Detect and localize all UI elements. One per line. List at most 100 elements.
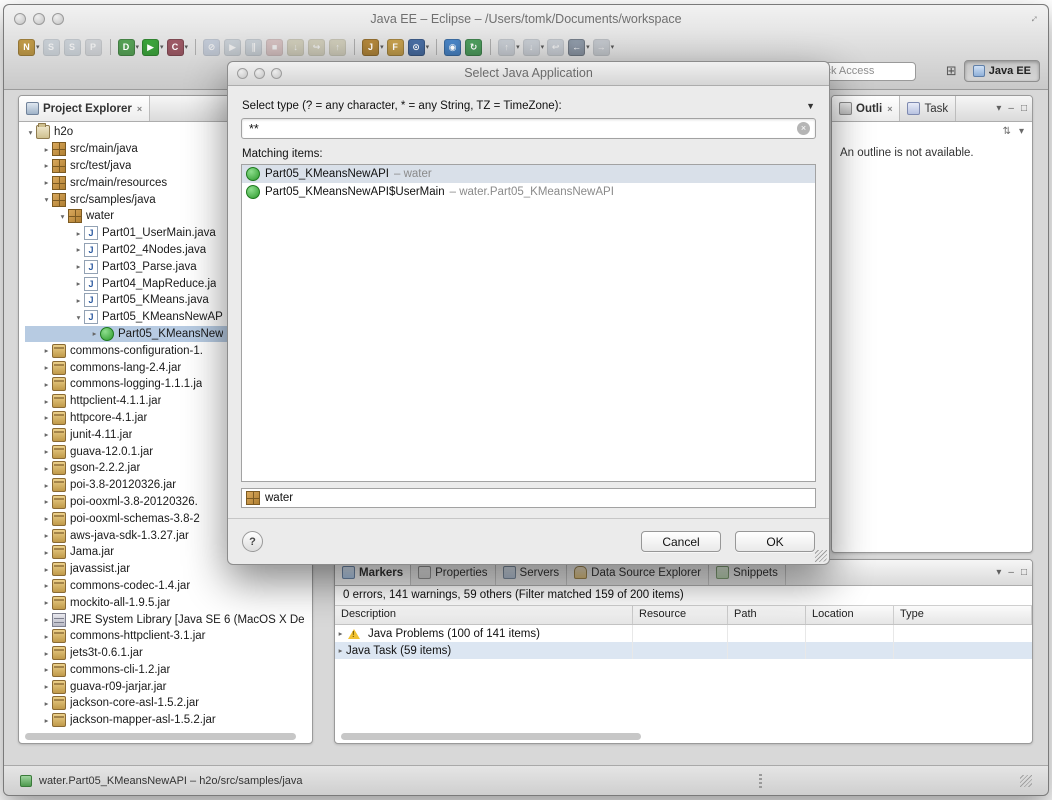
clear-filter-icon[interactable]: × [797,122,810,135]
disclosure-arrow-icon[interactable]: ▾ [25,128,36,137]
matching-item[interactable]: Part05_KMeansNewAPI$UserMain – water.Par… [242,183,815,201]
disclosure-arrow-icon[interactable]: ▸ [41,665,52,674]
dialog-titlebar[interactable]: Select Java Application [228,62,829,86]
disclosure-arrow-icon[interactable]: ▸ [41,615,52,624]
dialog-zoom-button[interactable] [271,68,282,79]
disclosure-arrow-icon[interactable]: ▸ [41,682,52,691]
cancel-button[interactable]: Cancel [641,531,721,552]
marker-row[interactable]: ▸ Java Problems (100 of 141 items) [335,625,1032,642]
close-icon[interactable]: × [137,104,142,114]
disclosure-arrow-icon[interactable]: ▸ [41,430,52,439]
toolbar-button[interactable] [110,39,111,55]
disclosure-arrow-icon[interactable]: ▸ [73,229,84,238]
disclosure-arrow-icon[interactable]: ▸ [41,481,52,490]
toolbar-button[interactable]: ← ▾ [568,39,590,56]
disclosure-arrow-icon[interactable]: ▸ [41,716,52,725]
disclosure-arrow-icon[interactable]: ▸ [89,329,100,338]
view-menu-icon[interactable]: ▾ [996,103,1001,114]
toolbar-button[interactable]: F [387,39,405,56]
open-perspective-button[interactable]: ⊞ [946,63,957,79]
disclosure-arrow-icon[interactable]: ▸ [41,161,52,170]
toolbar-button[interactable]: D ▾ [118,39,140,56]
disclosure-arrow-icon[interactable]: ▸ [41,699,52,708]
toolbar-button[interactable] [436,39,437,55]
disclosure-arrow-icon[interactable]: ▸ [73,279,84,288]
toolbar-button[interactable]: ↪ [308,39,326,56]
tab-outline[interactable]: Outli × [832,96,900,121]
tree-item[interactable]: ▸ commons-httpclient-3.1.jar [25,628,312,645]
disclosure-arrow-icon[interactable]: ▸ [73,245,84,254]
disclosure-arrow-icon[interactable]: ▸ [41,447,52,456]
disclosure-arrow-icon[interactable]: ▸ [73,296,84,305]
toolbar-button[interactable]: → ▾ [593,39,615,56]
disclosure-arrow-icon[interactable]: ▸ [335,629,346,638]
toolbar-button[interactable]: ↑ [329,39,347,56]
tree-item[interactable]: ▸ JRE System Library [Java SE 6 (MacOS X… [25,611,312,628]
tree-item[interactable]: ▸ commons-cli-1.2.jar [25,662,312,679]
column-header[interactable]: Description [335,606,633,624]
resize-grip[interactable] [1020,775,1032,787]
horizontal-scrollbar[interactable] [341,733,641,740]
ok-button[interactable]: OK [735,531,815,552]
quick-access-input[interactable]: ick Access [816,62,916,81]
toolbar-button[interactable]: ∥ [245,39,263,56]
column-header[interactable]: Resource [633,606,728,624]
toolbar-button[interactable] [490,39,491,55]
toolbar-button[interactable]: ▶ ▾ [142,39,164,56]
disclosure-arrow-icon[interactable]: ▸ [41,548,52,557]
maximize-icon[interactable]: □ [1021,103,1027,114]
toolbar-button[interactable]: ↓ ▾ [523,39,545,56]
dialog-minimize-button[interactable] [254,68,265,79]
column-header[interactable]: Location [806,606,894,624]
disclosure-arrow-icon[interactable]: ▸ [41,632,52,641]
disclosure-arrow-icon[interactable]: ▸ [41,145,52,154]
disclosure-arrow-icon[interactable]: ▸ [41,397,52,406]
toolbar-button[interactable]: S [64,39,82,56]
toolbar-button[interactable]: ◉ [444,39,462,56]
disclosure-arrow-icon[interactable]: ▾ [41,195,52,204]
disclosure-arrow-icon[interactable]: ▸ [41,413,52,422]
tree-item[interactable]: ▸ commons-codec-1.4.jar [25,578,312,595]
disclosure-arrow-icon[interactable]: ▸ [41,581,52,590]
view-menu-icon[interactable]: ▾ [996,567,1001,578]
toolbar-button[interactable]: J ▾ [362,39,384,56]
filter-menu-icon[interactable]: ▼ [806,101,815,111]
maximize-icon[interactable]: □ [1021,567,1027,578]
sort-icon[interactable]: ⇅ [1003,126,1011,137]
horizontal-scrollbar[interactable] [25,733,296,740]
disclosure-arrow-icon[interactable]: ▸ [335,646,346,655]
toolbar-button[interactable]: ↻ [465,39,483,56]
disclosure-arrow-icon[interactable]: ▸ [41,598,52,607]
tab-project-explorer[interactable]: Project Explorer × [19,96,150,121]
minimize-icon[interactable]: – [1008,567,1014,578]
dialog-close-button[interactable] [237,68,248,79]
outline-menu-icon[interactable]: ▾ [1019,126,1024,137]
matching-item[interactable]: Part05_KMeansNewAPI – water [242,165,815,183]
drag-handle[interactable] [759,774,762,788]
tree-item[interactable]: ▸ mockito-all-1.9.5.jar [25,594,312,611]
tree-item[interactable]: ▸ guava-r09-jarjar.jar [25,678,312,695]
disclosure-arrow-icon[interactable]: ▸ [41,531,52,540]
disclosure-arrow-icon[interactable]: ▸ [41,363,52,372]
toolbar-button[interactable]: N ▾ [18,39,40,56]
disclosure-arrow-icon[interactable]: ▾ [73,313,84,322]
tree-item[interactable]: ▸ jackson-core-asl-1.5.2.jar [25,695,312,712]
disclosure-arrow-icon[interactable]: ▸ [41,380,52,389]
toolbar-button[interactable]: ⊙ ▾ [408,39,430,56]
disclosure-arrow-icon[interactable]: ▸ [41,464,52,473]
toolbar-button[interactable]: ↩ [547,39,565,56]
toolbar-button[interactable] [354,39,355,55]
toolbar-button[interactable]: ▶ [224,39,242,56]
tab-task-list[interactable]: Task [900,96,956,121]
toolbar-button[interactable] [195,39,196,55]
disclosure-arrow-icon[interactable]: ▸ [41,497,52,506]
disclosure-arrow-icon[interactable]: ▸ [41,178,52,187]
perspective-java-ee-button[interactable]: Java EE [964,60,1040,82]
tree-item[interactable]: ▸ jets3t-0.6.1.jar [25,645,312,662]
marker-row[interactable]: ▸ Java Task (59 items) [335,642,1032,659]
disclosure-arrow-icon[interactable]: ▸ [41,346,52,355]
help-button[interactable]: ? [242,531,263,552]
toolbar-button[interactable]: ↓ [287,39,305,56]
disclosure-arrow-icon[interactable]: ▸ [41,649,52,658]
toolbar-button[interactable]: C ▾ [167,39,189,56]
